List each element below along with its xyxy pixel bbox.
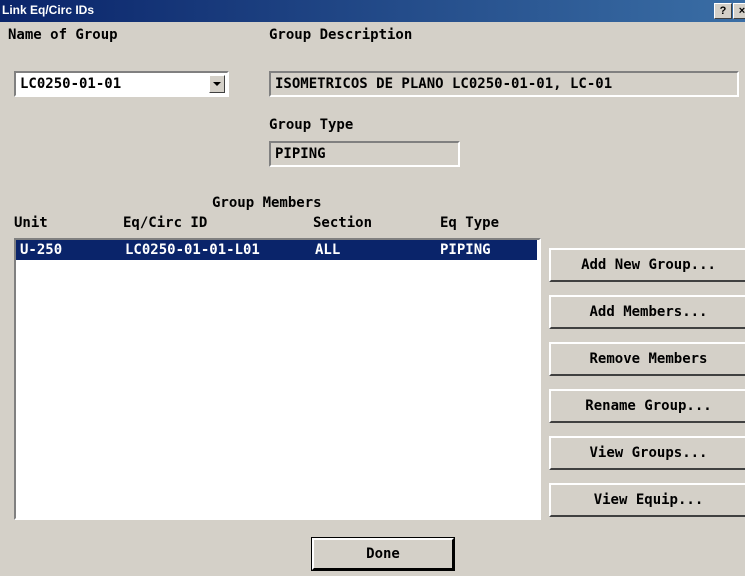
- view-groups-button[interactable]: View Groups...: [549, 436, 745, 470]
- column-header-eq-circ-id: Eq/Circ ID: [123, 215, 208, 231]
- group-type-field: PIPING: [269, 141, 460, 167]
- window-title: Link Eq/Circ IDs: [2, 3, 95, 17]
- group-name-value: LC0250-01-01: [20, 76, 122, 92]
- help-button[interactable]: ?: [714, 3, 732, 19]
- column-header-eq-type: Eq Type: [440, 215, 500, 231]
- group-description-value: ISOMETRICOS DE PLANO LC0250-01-01, LC-01: [275, 76, 613, 92]
- add-members-button[interactable]: Add Members...: [549, 295, 745, 329]
- group-members-list[interactable]: U-250 LC0250-01-01-L01 ALL PIPING: [14, 238, 541, 520]
- member-eq-type: PIPING: [440, 242, 491, 258]
- group-type-label: Group Type: [269, 117, 354, 133]
- rename-group-button[interactable]: Rename Group...: [549, 389, 745, 423]
- group-description-label: Group Description: [269, 27, 413, 43]
- list-item[interactable]: U-250 LC0250-01-01-L01 ALL PIPING: [16, 240, 537, 260]
- member-unit: U-250: [20, 242, 63, 258]
- group-description-field: ISOMETRICOS DE PLANO LC0250-01-01, LC-01: [269, 71, 739, 97]
- dropdown-arrow-icon[interactable]: [209, 75, 225, 93]
- group-name-label: Name of Group: [8, 27, 118, 43]
- column-header-unit: Unit: [14, 215, 48, 231]
- done-button[interactable]: Done: [311, 537, 455, 571]
- column-header-section: Section: [313, 215, 373, 231]
- member-eq-circ-id: LC0250-01-01-L01: [125, 242, 260, 258]
- member-section: ALL: [315, 242, 341, 258]
- group-name-combobox[interactable]: LC0250-01-01: [14, 71, 229, 97]
- view-equip-button[interactable]: View Equip...: [549, 483, 745, 517]
- group-members-heading: Group Members: [212, 195, 322, 211]
- remove-members-button[interactable]: Remove Members: [549, 342, 745, 376]
- add-new-group-button[interactable]: Add New Group...: [549, 248, 745, 282]
- close-button[interactable]: ×: [733, 3, 745, 19]
- title-bar[interactable]: Link Eq/Circ IDs ? ×: [0, 0, 745, 22]
- group-type-value: PIPING: [275, 146, 326, 162]
